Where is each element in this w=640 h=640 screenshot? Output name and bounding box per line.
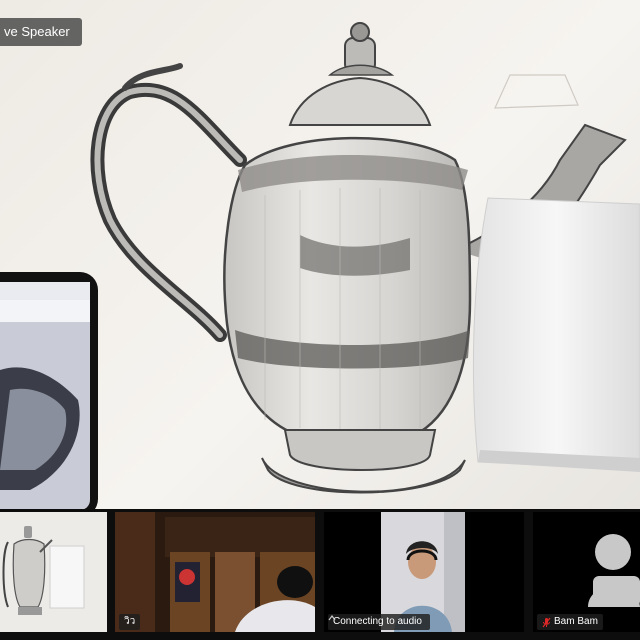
- participant-tile-2[interactable]: วิว: [115, 512, 315, 632]
- view-mode-label: ve Speaker: [4, 24, 70, 39]
- participant-name: Connecting to audio: [333, 616, 422, 627]
- participant-name: Bam Bam: [554, 616, 598, 627]
- participant-name: วิว: [124, 616, 136, 627]
- participant-video-1: [0, 512, 107, 632]
- participant-name-tag: Bam Bam: [537, 614, 603, 630]
- participant-tile-1[interactable]: [0, 512, 107, 632]
- teapot-base: [283, 429, 437, 471]
- muted-mic-icon: [542, 617, 551, 628]
- participant-name-tag: Connecting to audio: [328, 614, 430, 630]
- tissue-paper: [472, 197, 640, 471]
- participant-tile-3[interactable]: Connecting to audio: [324, 512, 524, 632]
- participant-tile-4[interactable]: Bam Bam: [533, 512, 640, 632]
- participant-video-2: [115, 512, 315, 632]
- avatar-head-icon: [595, 534, 631, 570]
- participant-strip: วิว Connecting to audio Bam Bam: [0, 509, 640, 640]
- participant-name-tag: วิว: [119, 614, 141, 630]
- view-mode-button[interactable]: ve Speaker: [0, 18, 82, 46]
